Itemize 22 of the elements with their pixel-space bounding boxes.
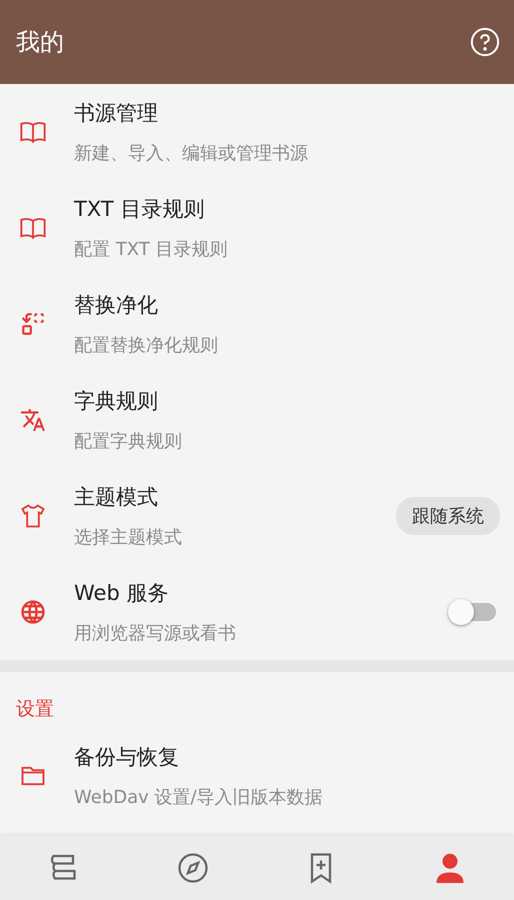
help-icon[interactable] bbox=[470, 27, 500, 57]
item-subtitle: 选择主题模式 bbox=[74, 526, 183, 549]
item-title: TXT 目录规则 bbox=[74, 196, 206, 223]
replace-icon bbox=[20, 311, 46, 337]
shirt-icon bbox=[19, 502, 47, 530]
section-title: 设置 bbox=[16, 698, 54, 720]
item-subtitle: WebDav 设置/导入旧版本数据 bbox=[74, 786, 324, 809]
theme-mode-button[interactable]: 跟随系统 bbox=[396, 497, 500, 535]
page-title: 我的 bbox=[16, 27, 64, 58]
item-title: 字典规则 bbox=[74, 388, 159, 415]
item-title: 主题模式 bbox=[74, 484, 159, 511]
item-title: 备份与恢复 bbox=[74, 744, 180, 771]
item-title: Web 服务 bbox=[74, 580, 170, 607]
item-subtitle: 用浏览器写源或看书 bbox=[74, 622, 237, 645]
item-title: 书源管理 bbox=[74, 100, 159, 127]
item-subtitle: 配置 TXT 目录规则 bbox=[74, 238, 228, 261]
item-title: 替换净化 bbox=[74, 292, 159, 319]
globe-icon bbox=[19, 598, 47, 626]
item-subtitle: 新建、导入、编辑或管理书源 bbox=[74, 142, 309, 165]
translate-icon bbox=[20, 407, 46, 433]
item-subtitle: 配置字典规则 bbox=[74, 430, 183, 453]
item-subtitle: 配置替换净化规则 bbox=[74, 334, 219, 357]
